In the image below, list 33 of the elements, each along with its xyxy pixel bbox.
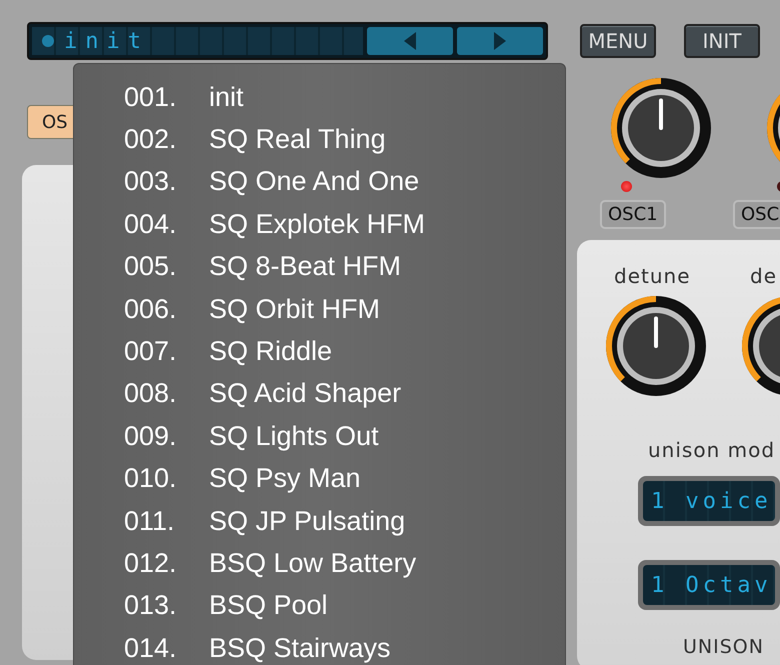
preset-menu-item[interactable]: 013. BSQ Pool — [124, 584, 565, 628]
next-preset-button[interactable] — [457, 27, 543, 55]
lcd-text: 1 voice — [651, 488, 772, 514]
preset-menu-item[interactable]: 011. SQ JP Pulsating — [124, 500, 565, 542]
preset-menu-item[interactable]: 003. SQ One And One — [124, 160, 565, 204]
right-triangle-icon — [494, 32, 506, 50]
lcd-text: 1 Octav — [651, 572, 772, 598]
preset-menu-item[interactable]: 007. SQ Riddle — [124, 330, 565, 373]
preset-menu-item[interactable]: 002. SQ Real Thing — [124, 118, 565, 161]
preset-menu-item[interactable]: 001. init — [124, 76, 565, 118]
lcd-display[interactable]: 1 Octav — [638, 560, 780, 610]
osc-label: OSC — [733, 200, 780, 229]
preset-name: init — [64, 28, 149, 54]
header-button[interactable]: MENU — [580, 24, 656, 58]
left-triangle-icon — [404, 32, 416, 50]
preset-menu-item[interactable]: 008. SQ Acid Shaper — [124, 372, 565, 416]
preset-menu-item[interactable]: 005. SQ 8-Beat HFM — [124, 246, 565, 288]
preset-menu-item[interactable]: 009. SQ Lights Out — [124, 415, 565, 458]
preset-menu-item[interactable]: 010. SQ Psy Man — [124, 458, 565, 500]
mode-label: unison mod — [648, 438, 776, 462]
preset-menu-item[interactable]: 006. SQ Orbit HFM — [124, 288, 565, 330]
lcd-display[interactable]: 1 voice — [638, 476, 780, 526]
section-title: UNISON — [683, 636, 764, 658]
preset-menu-item[interactable]: 004. SQ Explotek HFM — [124, 203, 565, 246]
header-button[interactable]: INIT — [684, 24, 760, 58]
preset-display[interactable]: init — [27, 22, 548, 60]
knob-label: detune — [614, 264, 690, 288]
previous-preset-button[interactable] — [367, 27, 453, 55]
led-icon — [42, 35, 54, 47]
osc-label: OSC1 — [600, 200, 666, 229]
preset-menu-item[interactable]: 014. BSQ Stairways — [124, 627, 565, 665]
preset-menu-item[interactable]: 012. BSQ Low Battery — [124, 542, 565, 585]
knob-label: de — [750, 264, 777, 288]
